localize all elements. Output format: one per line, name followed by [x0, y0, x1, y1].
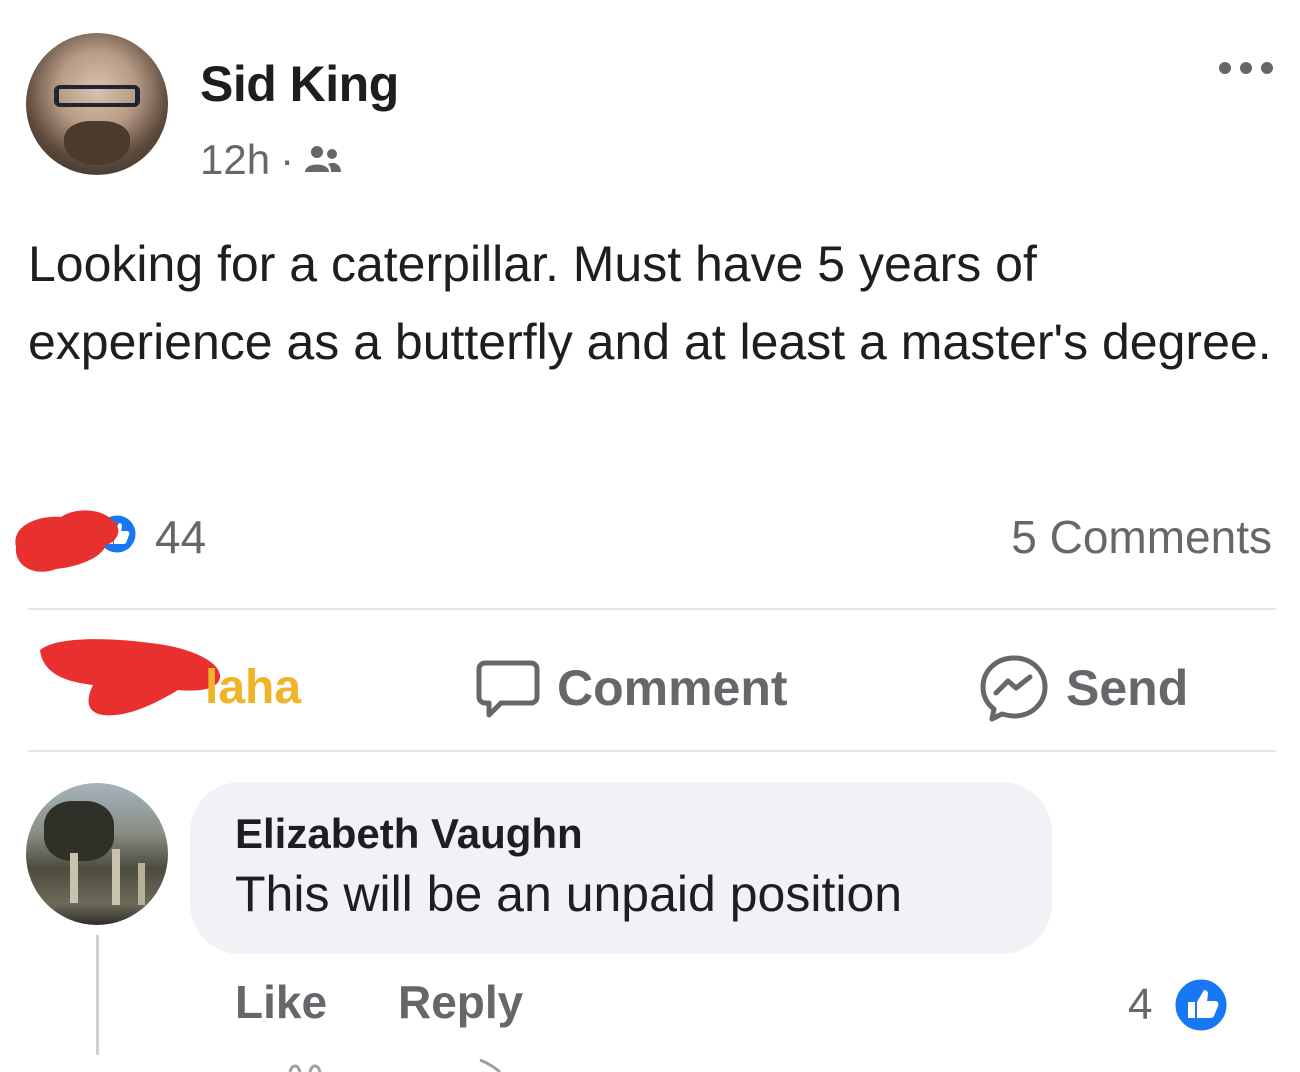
post-text: Looking for a caterpillar. Must have 5 y…: [28, 236, 1272, 370]
avatar-beard: [64, 121, 130, 165]
avatar-glasses: [54, 85, 140, 107]
post-time[interactable]: 12h: [200, 136, 270, 184]
post-reaction-count[interactable]: 44: [155, 510, 206, 564]
avatar-fence-post: [70, 853, 78, 903]
divider: [28, 608, 1276, 610]
messenger-icon: [980, 655, 1048, 721]
send-button-label: Send: [1066, 659, 1189, 716]
avatar-tree: [44, 801, 114, 861]
send-button[interactable]: Send: [978, 655, 1189, 721]
avatar-fence-post: [112, 849, 120, 905]
more-dots-icon[interactable]: [1215, 58, 1277, 78]
post-author-name[interactable]: Sid King: [200, 55, 399, 113]
comment-like-button[interactable]: Like: [235, 975, 327, 1029]
facebook-post-screenshot: Sid King 12h · Looking for a caterpillar…: [0, 0, 1300, 1072]
comment-text: This will be an unpaid position: [235, 866, 903, 922]
comment-reply-button[interactable]: Reply: [398, 975, 523, 1029]
reply-thread-line: [96, 935, 99, 1055]
reaction-summary[interactable]: [0, 495, 300, 585]
cut-off-text-fragment: [288, 1058, 501, 1072]
meta-separator: ·: [280, 136, 295, 183]
redaction-scribble: [15, 510, 119, 572]
redaction-scribble: [40, 639, 221, 716]
comment-button[interactable]: Comment: [475, 655, 788, 720]
commenter-avatar[interactable]: [26, 783, 168, 925]
author-avatar[interactable]: [26, 33, 168, 175]
like-reaction-icon: [1172, 976, 1230, 1034]
post-meta: 12h ·: [200, 136, 342, 184]
friends-icon[interactable]: [304, 144, 342, 176]
comment-reaction-count[interactable]: 4: [1128, 980, 1152, 1030]
post-comments-count[interactable]: 5 Comments: [1011, 510, 1272, 564]
comment-button-label: Comment: [557, 659, 788, 716]
haha-button-label[interactable]: laha: [205, 660, 301, 715]
comment-author-name[interactable]: Elizabeth Vaughn: [235, 810, 583, 858]
comment-icon: [476, 660, 540, 717]
avatar-fence-post: [138, 863, 145, 905]
divider: [28, 750, 1276, 752]
